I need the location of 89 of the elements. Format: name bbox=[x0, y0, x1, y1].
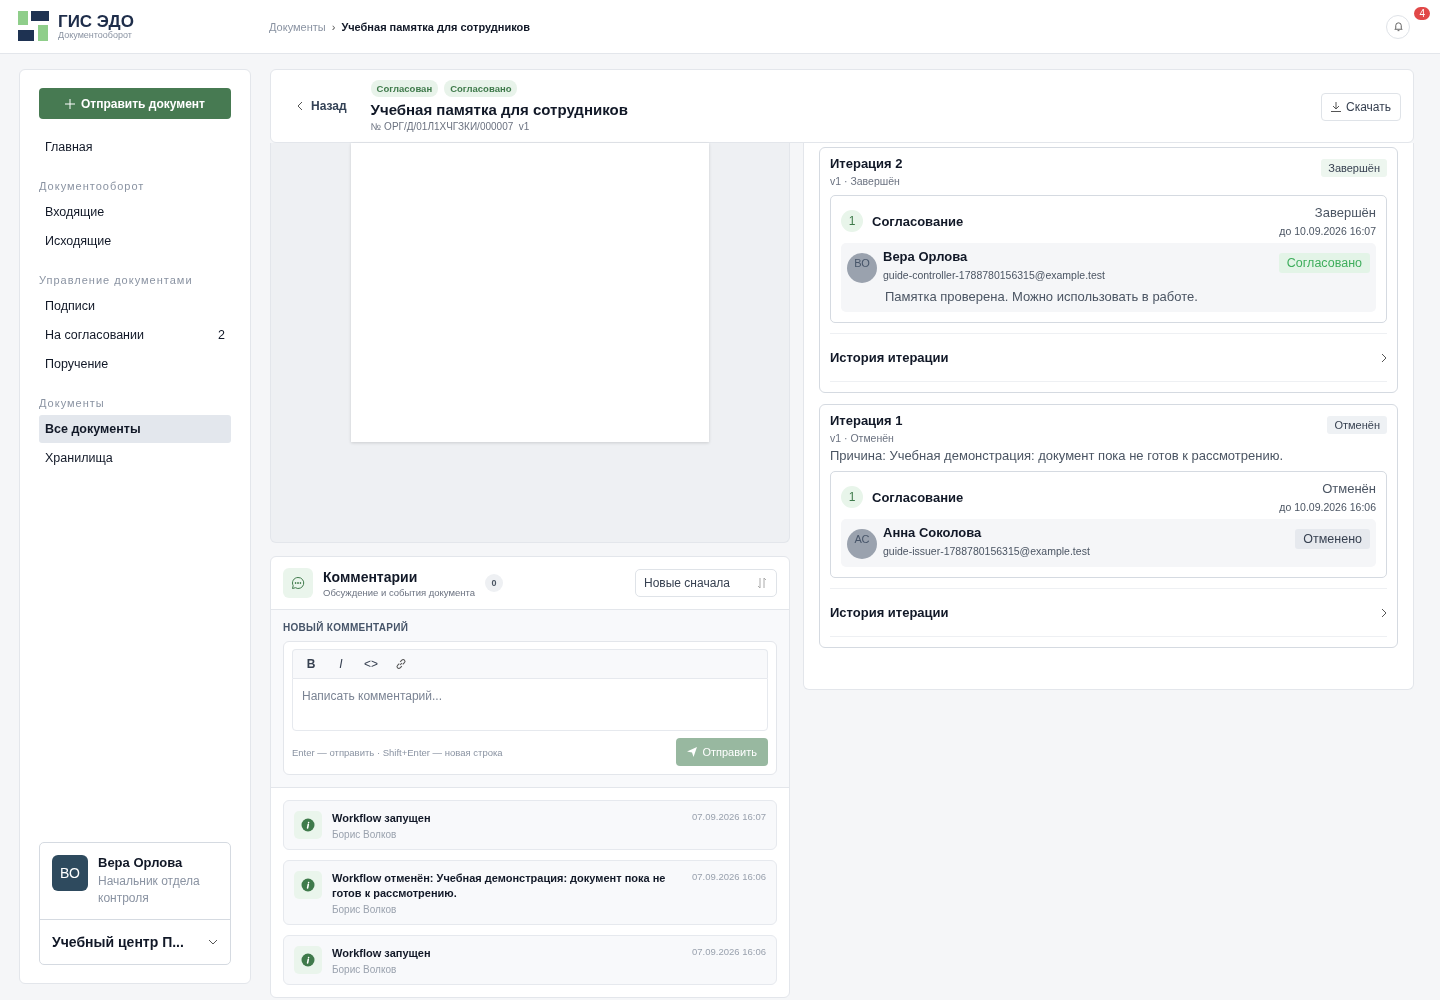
approver-avatar: АС bbox=[847, 529, 877, 559]
event-author: Борис Волков bbox=[332, 904, 398, 915]
sidebar-item[interactable]: Исходящие bbox=[39, 227, 231, 255]
bold-button[interactable]: B bbox=[299, 654, 323, 674]
user-name: Вера Орлова bbox=[98, 855, 184, 870]
app-subtitle: Документооборот bbox=[58, 30, 132, 40]
back-button[interactable]: Назад bbox=[291, 98, 353, 114]
status-badge: Завершён bbox=[1321, 159, 1387, 177]
event-time: 07.09.2026 16:06 bbox=[692, 946, 766, 959]
comment-input[interactable]: Написать комментарий... bbox=[292, 678, 768, 731]
organization-selector[interactable]: Учебный центр П... bbox=[40, 920, 230, 964]
section-heading: Документы bbox=[39, 397, 106, 409]
iteration-history-link[interactable]: История итерации bbox=[830, 588, 1387, 637]
approver-avatar: ВО bbox=[847, 253, 877, 283]
notification-count: 4 bbox=[1414, 6, 1430, 20]
status-tag: Согласовано bbox=[444, 80, 518, 97]
item-count: 2 bbox=[218, 328, 225, 342]
sort-icon bbox=[756, 577, 768, 589]
sidebar-item[interactable]: Поручение bbox=[39, 350, 231, 378]
bell-icon bbox=[1392, 21, 1404, 32]
document-title: Учебная памятка для сотрудников bbox=[370, 101, 629, 118]
event-time: 07.09.2026 16:07 bbox=[692, 811, 766, 824]
link-icon bbox=[395, 657, 407, 671]
breadcrumb-separator: › bbox=[331, 20, 336, 33]
decision-badge: Согласовано bbox=[1278, 253, 1370, 273]
stage-name: Согласование bbox=[872, 213, 965, 229]
chevron-left-icon bbox=[297, 101, 303, 111]
cancel-reason: Причина: Учебная демонстрация: документ пока не готов к рассмотрению. bbox=[830, 448, 1284, 463]
logo-icon bbox=[18, 10, 50, 43]
stage-number: 1 bbox=[841, 486, 863, 508]
stage-deadline: до 10.09.2026 16:07 bbox=[1279, 225, 1376, 237]
app-title: ГИС ЭДО bbox=[58, 13, 134, 30]
stage-status: Завершён bbox=[1313, 205, 1376, 220]
sidebar-item[interactable]: На согласовании 2 bbox=[39, 321, 231, 349]
section-heading: НОВЫЙ КОММЕНТАРИЙ bbox=[283, 622, 410, 633]
download-button[interactable]: Скачать bbox=[1321, 93, 1401, 121]
sidebar-item[interactable]: Хранилища bbox=[39, 444, 231, 472]
stage-status: Отменён bbox=[1321, 481, 1376, 496]
comments-title: Комментарии bbox=[323, 568, 419, 585]
stage-deadline: до 10.09.2026 16:06 bbox=[1279, 501, 1376, 513]
section-heading: Управление документами bbox=[39, 274, 194, 286]
comments-subtitle: Обсуждение и события документа bbox=[323, 586, 476, 598]
event-author: Борис Волков bbox=[332, 829, 398, 840]
plus-icon bbox=[65, 98, 75, 109]
event-title: Workflow запущен bbox=[332, 811, 432, 826]
stage-number: 1 bbox=[841, 210, 863, 232]
item-label: На согласовании bbox=[45, 328, 144, 342]
event-title: Workflow запущен bbox=[332, 946, 432, 961]
decision-badge: Отменено bbox=[1295, 529, 1370, 549]
approver-comment: Памятка проверена. Можно использовать в работе. bbox=[885, 289, 1199, 304]
section-heading: Документооборот bbox=[39, 180, 146, 192]
approver-email: guide-issuer-1788780156315@example.test bbox=[883, 545, 1091, 557]
user-avatar: ВО bbox=[52, 855, 88, 891]
chevron-right-icon bbox=[1381, 607, 1387, 618]
sidebar-item[interactable]: Входящие bbox=[39, 198, 231, 226]
italic-button[interactable]: I bbox=[329, 654, 353, 674]
event-author: Борис Волков bbox=[332, 964, 398, 975]
approver-name: Вера Орлова bbox=[883, 249, 969, 264]
stage-name: Согласование bbox=[872, 489, 965, 505]
chevron-right-icon bbox=[1381, 352, 1387, 363]
breadcrumb: Учебная памятка для сотрудников bbox=[341, 20, 531, 33]
sort-dropdown[interactable]: Новые сначала bbox=[635, 569, 777, 597]
status-badge: Отменён bbox=[1327, 416, 1387, 434]
info-icon bbox=[294, 871, 322, 899]
send-icon bbox=[687, 747, 698, 757]
chat-icon bbox=[283, 568, 313, 598]
event-title: Workflow отменён: Учебная демонстрация: документ пока не готов к рассмотрению. bbox=[332, 871, 667, 901]
iteration-history-link[interactable]: История итерации bbox=[830, 333, 1387, 382]
iteration-meta: v1 · Завершён bbox=[830, 175, 901, 187]
info-icon bbox=[294, 946, 322, 974]
download-icon bbox=[1331, 102, 1341, 112]
comments-count: 0 bbox=[485, 574, 504, 592]
sidebar-item[interactable]: Подписи bbox=[39, 292, 231, 320]
send-document-button[interactable]: Отправить документ bbox=[39, 88, 231, 119]
sidebar-item[interactable]: Главная bbox=[39, 133, 231, 161]
document-number: № ОРГ/Д/01Л1ХЧГЗКИ/000007 v1 bbox=[370, 121, 531, 132]
event-time: 07.09.2026 16:06 bbox=[692, 871, 766, 884]
chevron-down-icon bbox=[208, 939, 218, 945]
user-role: Начальник отдела контроля bbox=[98, 873, 201, 907]
status-tag: Согласован bbox=[370, 80, 439, 97]
code-button[interactable]: <> bbox=[359, 654, 383, 674]
iteration-title: Итерация 2 bbox=[830, 156, 903, 171]
sidebar-item[interactable]: Все документы bbox=[39, 415, 231, 443]
iteration-title: Итерация 1 bbox=[830, 413, 903, 428]
iteration-meta: v1 · Отменён bbox=[830, 432, 895, 444]
approver-email: guide-controller-1788780156315@example.test bbox=[883, 269, 1106, 281]
approver-name: Анна Соколова bbox=[883, 525, 983, 540]
info-icon bbox=[294, 811, 322, 839]
editor-hint: Enter — отправить · Shift+Enter — новая строка bbox=[292, 746, 503, 758]
